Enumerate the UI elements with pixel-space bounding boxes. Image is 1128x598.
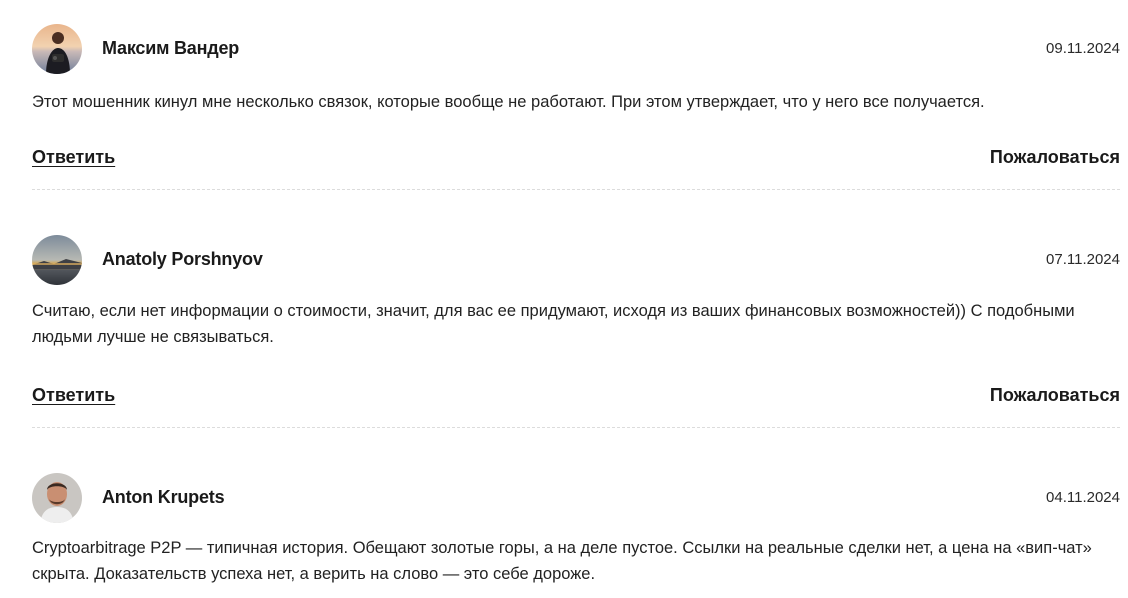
comment-date: 09.11.2024 bbox=[1046, 40, 1120, 57]
comment-actions: Ответить Пожаловаться bbox=[32, 147, 1120, 171]
report-button[interactable]: Пожаловаться bbox=[990, 147, 1120, 168]
user-avatar-portrait-icon[interactable] bbox=[32, 473, 82, 523]
comment-divider bbox=[32, 427, 1120, 428]
report-button[interactable]: Пожаловаться bbox=[990, 385, 1120, 406]
comment-author: Максим Вандер bbox=[102, 38, 240, 58]
user-avatar-sea-landscape-icon[interactable] bbox=[32, 235, 82, 285]
user-avatar-sunset-photo-icon[interactable] bbox=[32, 24, 82, 74]
reply-button[interactable]: Ответить bbox=[32, 385, 115, 406]
comment-header: Максим Вандер 09.11.2024 bbox=[32, 24, 1120, 74]
comment-text: Этот мошенник кинул мне несколько связок… bbox=[32, 93, 985, 111]
comment-date: 07.11.2024 bbox=[1046, 251, 1120, 268]
comment-text: Cryptoarbitrage P2P — типичная история. … bbox=[32, 539, 1092, 583]
comment-date: 04.11.2024 bbox=[1046, 489, 1120, 506]
reply-button[interactable]: Ответить bbox=[32, 147, 115, 168]
comment-divider bbox=[32, 189, 1120, 190]
comment-actions: Ответить Пожаловаться bbox=[32, 385, 1120, 409]
comment-author: Anton Krupets bbox=[102, 487, 225, 507]
comment-header: Anatoly Porshnyov 07.11.2024 bbox=[32, 235, 1120, 285]
comment-header: Anton Krupets 04.11.2024 bbox=[32, 473, 1120, 523]
comment-text: Считаю, если нет информации о стоимости,… bbox=[32, 302, 1075, 346]
comments-list: Максим Вандер 09.11.2024 Этот мошенник к… bbox=[0, 0, 1128, 598]
comment-author: Anatoly Porshnyov bbox=[102, 249, 263, 269]
